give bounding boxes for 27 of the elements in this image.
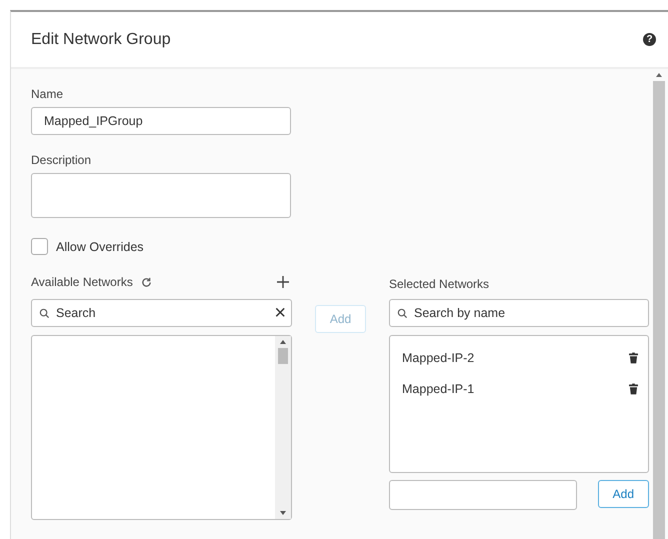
search-field[interactable]: Search by name xyxy=(389,299,649,327)
search-icon xyxy=(397,308,408,319)
scroll-down-icon[interactable] xyxy=(280,511,286,515)
checkbox[interactable] xyxy=(31,238,48,255)
search-icon xyxy=(39,308,50,319)
name-field[interactable]: Mapped_IPGroup xyxy=(31,107,291,135)
section-title: Selected Networks xyxy=(389,277,490,291)
add-button[interactable]: Add xyxy=(598,480,649,508)
network-item[interactable]: Mapped-IP-2 xyxy=(402,350,474,364)
network-input[interactable] xyxy=(389,480,577,510)
description-field[interactable] xyxy=(31,173,291,218)
window-title: Edit Network Group xyxy=(31,30,171,48)
clear-icon[interactable]: × xyxy=(274,303,286,323)
field-label: Name xyxy=(31,87,64,101)
scroll-thumb[interactable] xyxy=(278,348,288,364)
section-title: Available Networks xyxy=(31,275,133,289)
network-item[interactable]: Mapped-IP-1 xyxy=(402,382,474,396)
scrollbar[interactable] xyxy=(275,336,291,519)
help-icon[interactable]: ? xyxy=(643,33,656,46)
trash-icon[interactable] xyxy=(629,382,638,394)
scroll-up-icon[interactable] xyxy=(656,73,662,77)
checkbox-label: Allow Overrides xyxy=(56,240,144,254)
add-icon[interactable] xyxy=(276,275,290,289)
refresh-icon[interactable] xyxy=(140,276,152,288)
field-label: Description xyxy=(31,153,92,167)
trash-icon[interactable] xyxy=(629,352,638,364)
scroll-up-icon[interactable] xyxy=(280,340,286,344)
